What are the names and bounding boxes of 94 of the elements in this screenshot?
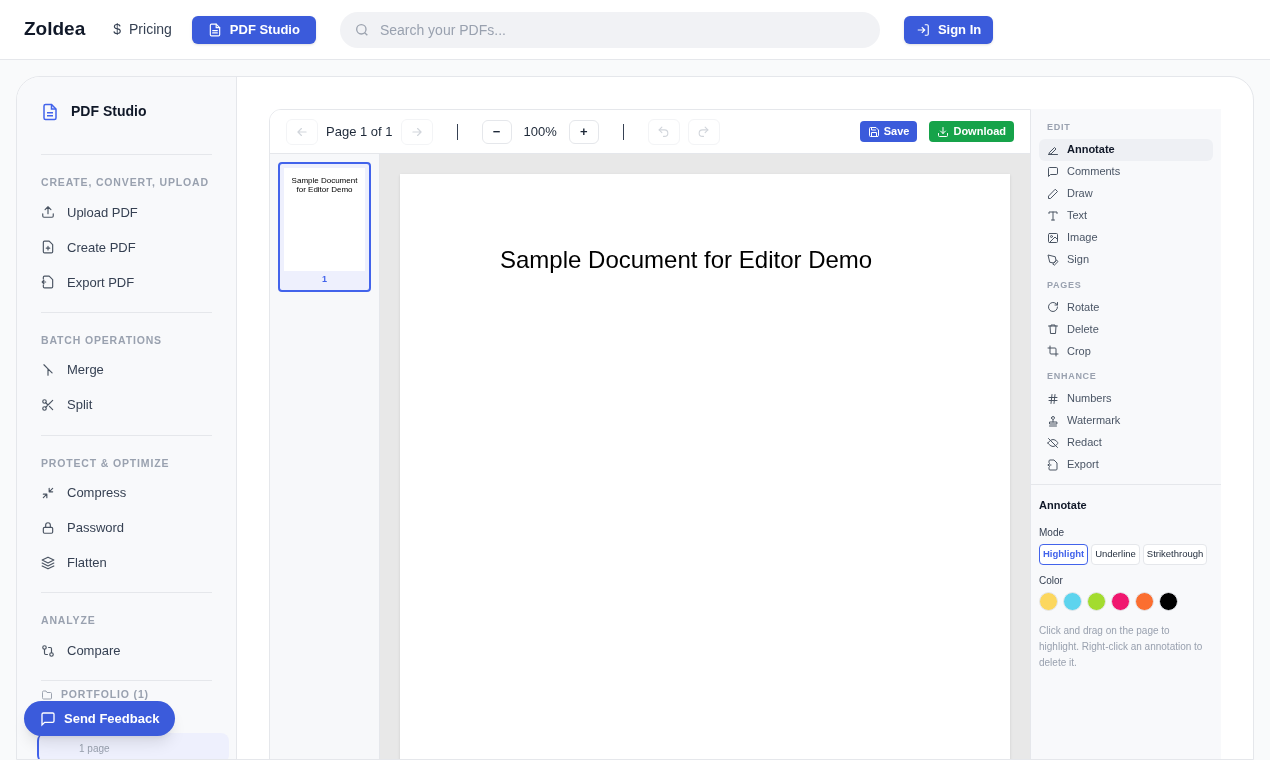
page-thumbnail[interactable]: Sample Document for Editor Demo 1	[278, 162, 371, 292]
search-field[interactable]: Search your PDFs...	[339, 11, 880, 48]
thumbnail-text: Sample Document for Editor Demo	[290, 176, 359, 196]
scissors-icon	[41, 398, 55, 412]
tool-item[interactable]: Numbers	[1039, 387, 1213, 410]
tool-item[interactable]: Draw	[1039, 182, 1213, 205]
send-feedback-button[interactable]: Send Feedback	[24, 701, 176, 736]
section-heading: PAGES	[1046, 278, 1083, 292]
nav-link[interactable]: $ Pricing	[109, 15, 176, 44]
sign-in-button[interactable]: Sign In	[903, 15, 994, 44]
previous-page-button[interactable]	[286, 118, 318, 145]
color-swatch[interactable]	[1087, 592, 1106, 611]
page-indicator: Page 1 of 1	[326, 122, 393, 141]
mode-button[interactable]: Strikethrough	[1142, 544, 1208, 565]
sidebar-item[interactable]: Compress	[41, 475, 212, 511]
upload-icon	[41, 205, 55, 220]
nav-link[interactable]: PDF Studio	[191, 15, 316, 44]
compare-icon	[41, 643, 55, 658]
section-heading: PROTECT & OPTIMIZE	[41, 455, 171, 471]
file-export-icon	[41, 275, 55, 290]
redo-button[interactable]	[687, 118, 720, 145]
folder-icon	[41, 688, 53, 701]
pen-nib-icon	[1047, 253, 1059, 266]
section-heading: ANALYZE	[41, 613, 97, 629]
sidebar-title: PDF Studio	[71, 102, 147, 121]
sidebar-item[interactable]: Export PDF	[41, 264, 212, 300]
field-label: Color	[1039, 574, 1064, 588]
mode-button[interactable]: Underline	[1091, 544, 1140, 565]
tool-item[interactable]: Image	[1039, 226, 1213, 249]
document-icon	[207, 22, 222, 37]
undo-icon	[657, 125, 671, 138]
sign-in-icon	[915, 22, 930, 37]
trash-icon	[1047, 323, 1059, 335]
pencil-icon	[1047, 187, 1059, 200]
section-heading: PORTFOLIO (1)	[61, 687, 149, 702]
sidebar-item[interactable]: Split	[41, 387, 212, 423]
sidebar-item[interactable]: Password	[41, 510, 212, 546]
sidebar-item[interactable]: Merge	[41, 352, 212, 388]
panel-title: Annotate	[1039, 497, 1088, 513]
export-icon	[1047, 458, 1059, 471]
sidebar-item[interactable]: Compare	[41, 633, 212, 668]
tool-item[interactable]: Annotate	[1039, 138, 1213, 161]
file-plus-icon	[41, 240, 55, 255]
document-icon	[41, 102, 59, 121]
hash-icon	[1047, 392, 1059, 405]
crop-icon	[1047, 345, 1059, 357]
document-heading: Sample Document for Editor Demo	[500, 245, 874, 275]
section-heading: EDIT	[1046, 121, 1072, 134]
zoom-level: 100%	[522, 122, 558, 141]
tool-item[interactable]: Rotate	[1039, 296, 1213, 318]
page-number: 1	[322, 272, 327, 286]
mode-button[interactable]: Highlight	[1039, 544, 1089, 565]
undo-button[interactable]	[647, 118, 680, 145]
hint-text: Click and drag on the page to highlight. Right-click an annotation to delete it.	[1039, 624, 1204, 670]
tool-item[interactable]: Redact	[1039, 431, 1213, 454]
comment-icon	[1047, 165, 1059, 178]
color-swatch[interactable]	[1135, 592, 1154, 611]
section-heading: BATCH OPERATIONS	[41, 332, 163, 348]
section-heading: ENHANCE	[1046, 370, 1098, 383]
next-page-button[interactable]	[400, 118, 433, 145]
sidebar-item[interactable]: Flatten	[41, 545, 212, 581]
search-icon	[353, 21, 370, 38]
zoom-out-button[interactable]: −	[481, 119, 512, 144]
color-swatch[interactable]	[1063, 592, 1082, 611]
tool-item[interactable]: Text	[1039, 204, 1213, 227]
save-icon	[867, 125, 880, 138]
color-swatch[interactable]	[1039, 592, 1058, 611]
download-icon	[937, 125, 950, 138]
layers-icon	[41, 555, 55, 570]
lock-icon	[41, 520, 55, 535]
tool-item[interactable]: Comments	[1039, 160, 1213, 183]
zoom-in-button[interactable]: +	[568, 119, 599, 144]
color-swatch[interactable]	[1111, 592, 1130, 611]
tool-item[interactable]: Watermark	[1039, 409, 1213, 432]
section-heading: CREATE, CONVERT, UPLOAD	[41, 175, 210, 190]
color-swatch[interactable]	[1159, 592, 1178, 611]
tool-item[interactable]: Crop	[1039, 340, 1213, 362]
logo[interactable]: Zoldea	[24, 15, 86, 44]
sidebar-item[interactable]: Create PDF	[41, 229, 212, 265]
stamp-icon	[1047, 414, 1059, 427]
eye-off-icon	[1047, 436, 1059, 449]
field-label: Mode	[1039, 526, 1065, 540]
tool-item[interactable]: Delete	[1039, 318, 1213, 340]
image-icon	[1047, 231, 1059, 244]
tool-item[interactable]: Export	[1039, 453, 1213, 476]
tool-item[interactable]: Sign	[1039, 248, 1213, 271]
redo-icon	[697, 125, 711, 138]
compress-icon	[41, 485, 55, 500]
dollar-icon: $	[113, 19, 122, 40]
sidebar-item[interactable]: Upload PDF	[41, 194, 212, 230]
text-icon	[1047, 209, 1059, 222]
rotate-icon	[1047, 301, 1059, 313]
chat-icon	[40, 710, 56, 727]
save-button[interactable]: Save	[859, 121, 918, 142]
